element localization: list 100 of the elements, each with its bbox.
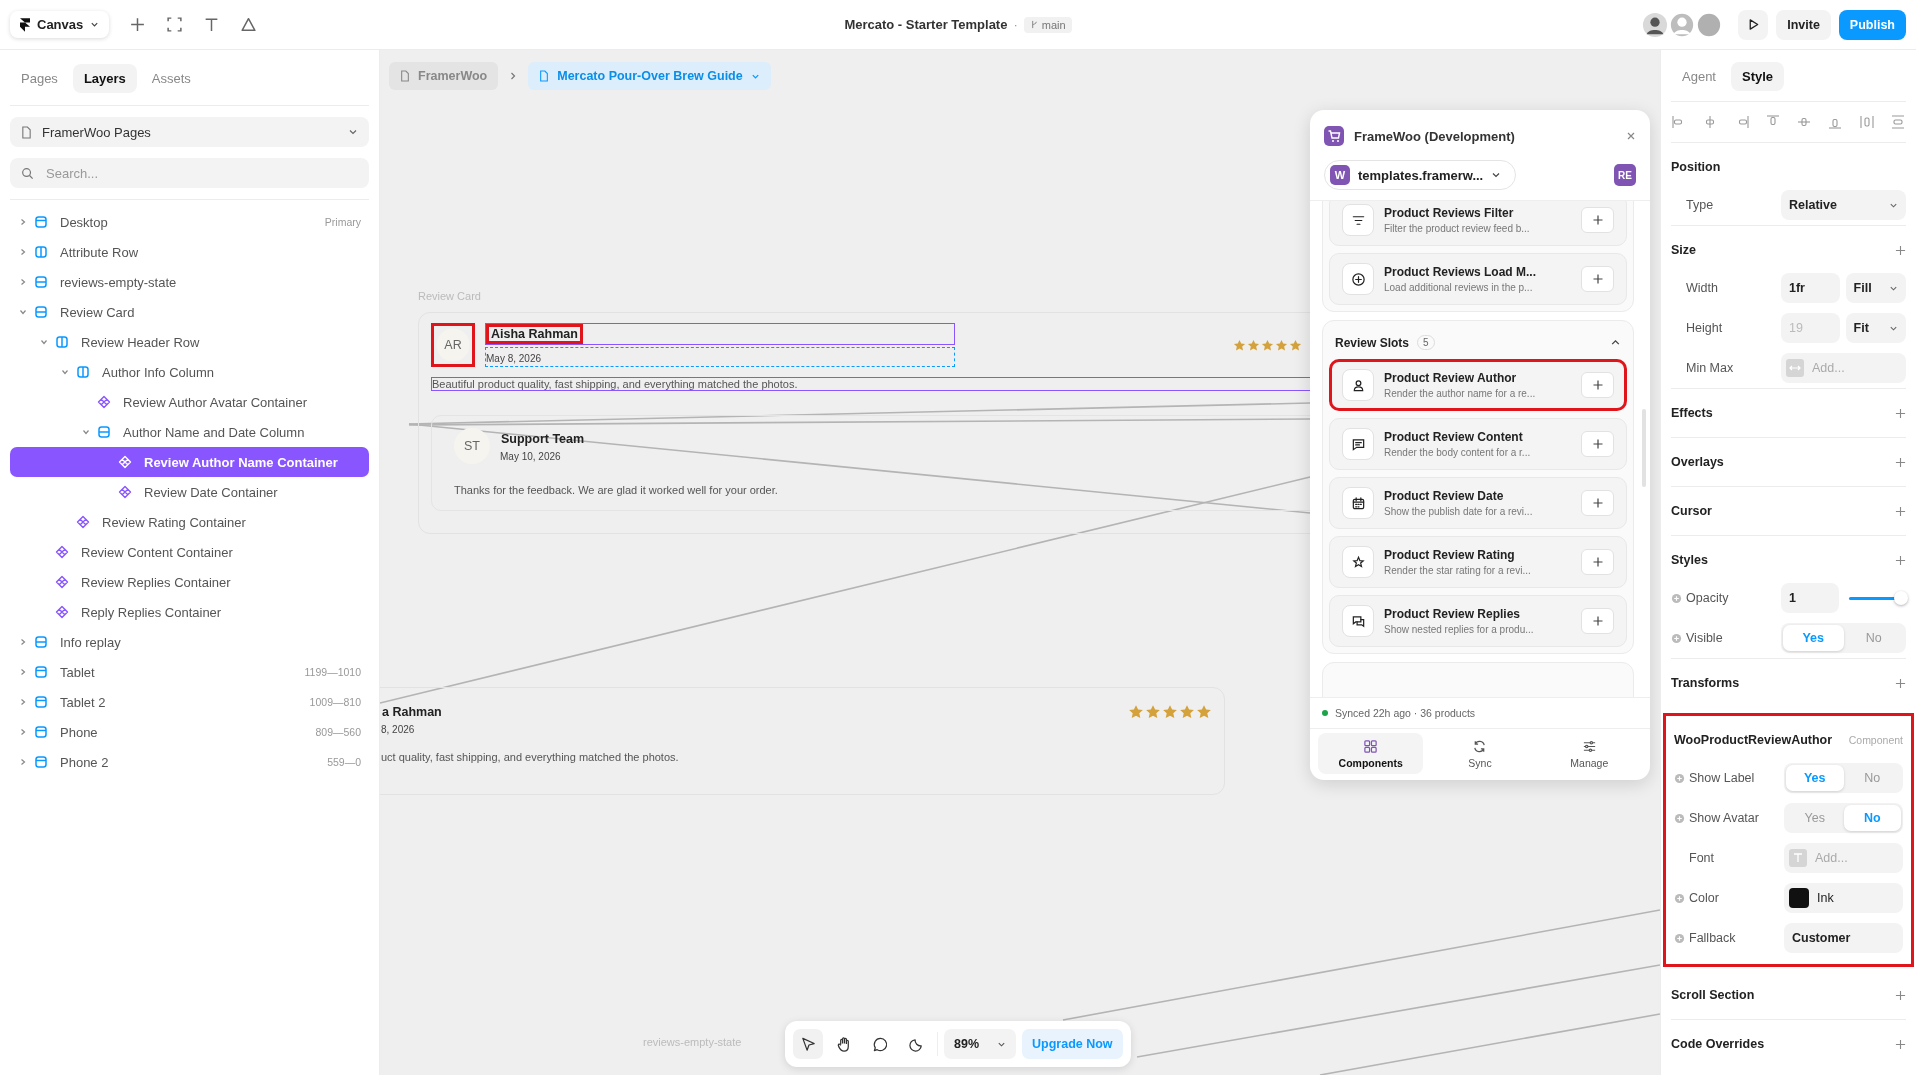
- chevron-right-icon[interactable]: [18, 247, 28, 257]
- plus-icon[interactable]: [1895, 407, 1906, 419]
- frame-tool-icon[interactable]: [166, 16, 184, 33]
- close-icon[interactable]: [1626, 131, 1636, 141]
- plus-icon[interactable]: [1895, 554, 1906, 566]
- component-card[interactable]: Product Reviews Filter Filter the product review feed b...: [1329, 201, 1627, 246]
- panel-tab[interactable]: Layers: [72, 64, 137, 93]
- panel-tab[interactable]: Style: [1731, 62, 1785, 91]
- chevron-down-icon[interactable]: [39, 337, 49, 347]
- site-badge: W: [1330, 165, 1350, 185]
- slider-thumb[interactable]: [1894, 591, 1908, 605]
- layer-item[interactable]: Phone 2 559—0: [10, 747, 369, 777]
- plugin-tab[interactable]: Sync: [1427, 733, 1533, 774]
- layer-item[interactable]: Reply Replies Container: [10, 597, 369, 627]
- add-button[interactable]: [1581, 266, 1614, 292]
- component-card[interactable]: Product Review Author Render the author name for a re...: [1329, 359, 1627, 411]
- chevron-right-icon[interactable]: [18, 757, 28, 767]
- layer-item[interactable]: Review Author Avatar Container: [10, 387, 369, 417]
- branch-chip[interactable]: main: [1023, 16, 1072, 33]
- chevron-right-icon[interactable]: [18, 217, 28, 227]
- component-card[interactable]: Product Review Replies Show nested replies for a produ...: [1329, 595, 1627, 647]
- plus-icon[interactable]: [1895, 244, 1906, 256]
- plus-icon: [1591, 438, 1604, 450]
- layer-item[interactable]: reviews-empty-state: [10, 267, 369, 297]
- layer-item[interactable]: Review Date Container: [10, 477, 369, 507]
- chevron-down-icon[interactable]: [18, 307, 28, 317]
- opacity-slider[interactable]: [1849, 590, 1906, 606]
- add-button[interactable]: [1581, 490, 1614, 516]
- panel-tab[interactable]: Pages: [10, 64, 69, 93]
- pointer-tool[interactable]: [793, 1029, 823, 1059]
- plus-icon[interactable]: [1895, 1038, 1906, 1050]
- avatar-icon[interactable]: [1642, 11, 1669, 38]
- layer-item[interactable]: Review Card: [10, 297, 369, 327]
- preview-button[interactable]: [1738, 9, 1769, 40]
- chevron-down-icon[interactable]: [81, 427, 91, 437]
- plus-icon[interactable]: [1895, 677, 1906, 689]
- zoom-dropdown[interactable]: 89%: [944, 1029, 1017, 1059]
- layer-item[interactable]: Info replay: [10, 627, 369, 657]
- invite-button[interactable]: Invite: [1776, 9, 1831, 40]
- layer-item[interactable]: Tablet 2 1009—810: [10, 687, 369, 717]
- layer-item[interactable]: Review Header Row: [10, 327, 369, 357]
- layer-item[interactable]: Desktop Primary: [10, 207, 369, 237]
- layer-item[interactable]: Review Content Container: [10, 537, 369, 567]
- layer-item[interactable]: Review Rating Container: [10, 507, 369, 537]
- search-input[interactable]: Search...: [44, 164, 358, 182]
- property-label: Visible: [1686, 631, 1723, 645]
- chevron-right-icon[interactable]: [18, 697, 28, 707]
- plugin-tab[interactable]: Manage: [1536, 733, 1642, 774]
- layer-item[interactable]: Attribute Row: [10, 237, 369, 267]
- chevron-right-icon[interactable]: [18, 277, 28, 287]
- add-button[interactable]: [1581, 372, 1614, 398]
- layer-item[interactable]: Phone 809—560: [10, 717, 369, 747]
- component-card[interactable]: Product Reviews Load M... Load additional reviews in the p...: [1329, 253, 1627, 305]
- text-style-icon: [1789, 849, 1807, 867]
- plus-circle-icon[interactable]: [1674, 932, 1685, 944]
- add-button[interactable]: [1581, 608, 1614, 634]
- layer-item[interactable]: Tablet 1199—1010: [10, 657, 369, 687]
- component-card[interactable]: Product Review Rating Render the star rating for a revi...: [1329, 536, 1627, 588]
- page-select[interactable]: FramerWoo Pages: [10, 117, 369, 147]
- sizing-dropdown[interactable]: Fill: [1845, 273, 1906, 303]
- add-button[interactable]: [1581, 207, 1614, 233]
- component-card[interactable]: Product Review Date Show the publish date for a revi...: [1329, 477, 1627, 529]
- distribute-vertical-icon[interactable]: [1889, 114, 1906, 130]
- search-field[interactable]: Search...: [10, 158, 369, 188]
- plus-circle-icon[interactable]: [1674, 812, 1685, 824]
- chevron-right-icon[interactable]: [18, 637, 28, 647]
- plus-icon[interactable]: [1895, 456, 1906, 468]
- distribute-horizontal-icon[interactable]: [1858, 114, 1875, 130]
- component-card[interactable]: Product Review Content Render the body content for a r...: [1329, 418, 1627, 470]
- opacity-field[interactable]: 1: [1781, 583, 1840, 613]
- columns-icon: [76, 365, 90, 379]
- layer-item[interactable]: Review Author Name Container: [10, 447, 369, 477]
- review-card[interactable]: a Rahman 8, 2026 uct quality, fast shipping, and everything matched the photos.: [380, 687, 1225, 795]
- layer-item[interactable]: Author Info Column: [10, 357, 369, 387]
- panel-tab[interactable]: Assets: [140, 64, 202, 93]
- layer-item[interactable]: Review Replies Container: [10, 567, 369, 597]
- user-badge[interactable]: RE: [1614, 164, 1636, 186]
- add-button[interactable]: [1581, 431, 1614, 457]
- page-icon: [539, 70, 550, 82]
- plus-circle-icon[interactable]: [1674, 892, 1685, 904]
- plugin-tab[interactable]: Components: [1318, 733, 1424, 774]
- plus-icon[interactable]: [1895, 505, 1906, 517]
- chevron-right-icon[interactable]: [18, 667, 28, 677]
- width-field[interactable]: 1fr: [1781, 273, 1840, 303]
- color-field[interactable]: Ink: [1784, 883, 1903, 913]
- plus-icon[interactable]: [1895, 989, 1906, 1001]
- layer-item[interactable]: Author Name and Date Column: [10, 417, 369, 447]
- plus-circle-icon[interactable]: [1671, 632, 1682, 644]
- triangle-icon[interactable]: [240, 16, 258, 33]
- canvas-menu[interactable]: Canvas: [10, 11, 110, 38]
- panel-tab[interactable]: Agent: [1671, 62, 1727, 91]
- chevron-right-icon[interactable]: [18, 727, 28, 737]
- add-button[interactable]: [1581, 549, 1614, 575]
- component-title: Product Review Replies: [1384, 607, 1522, 621]
- fallback-field[interactable]: Customer: [1784, 923, 1903, 953]
- type-dropdown[interactable]: Relative: [1781, 190, 1906, 220]
- plus-circle-icon[interactable]: [1671, 592, 1682, 604]
- chevron-down-icon[interactable]: [60, 367, 70, 377]
- plus-icon[interactable]: [129, 16, 147, 33]
- plus-circle-icon[interactable]: [1674, 772, 1685, 784]
